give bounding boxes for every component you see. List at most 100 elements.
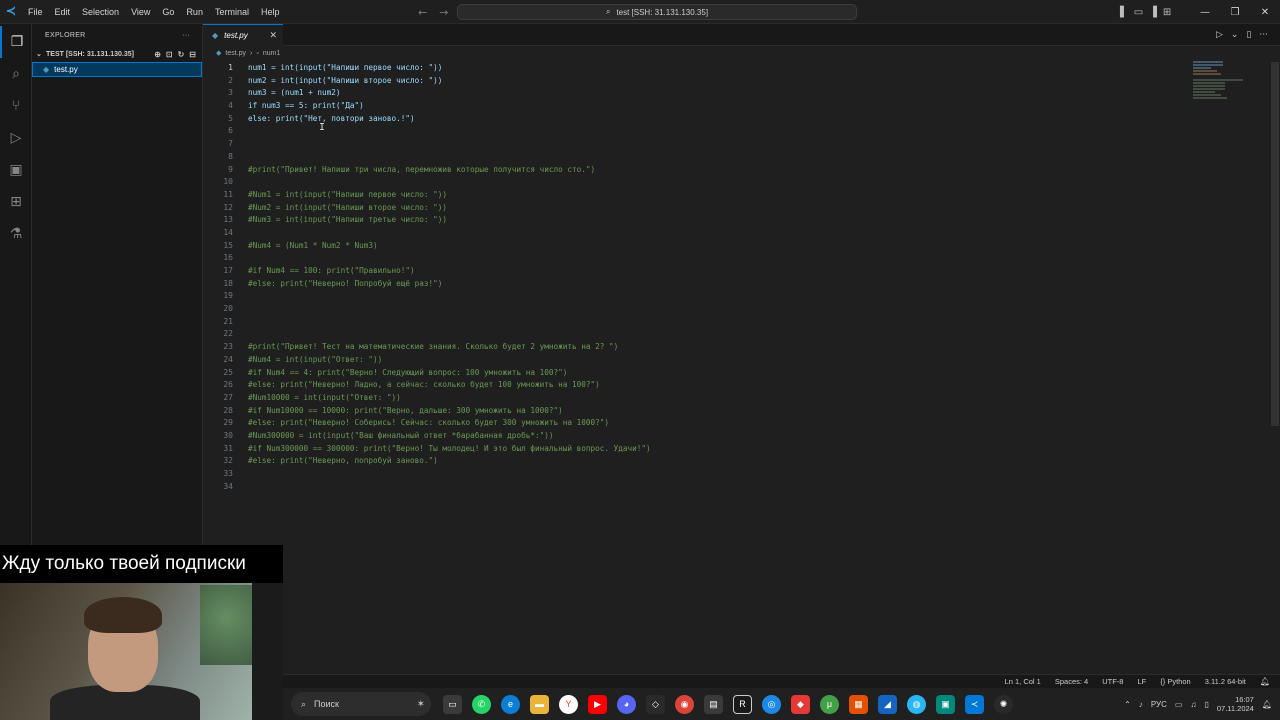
run-python-file-icon[interactable]: ▷ — [1216, 30, 1223, 40]
code-line[interactable]: #Num4 = int(input("Ответ: ")) — [248, 354, 1148, 367]
status-eol[interactable]: LF — [1137, 677, 1146, 686]
breadcrumb-file[interactable]: test.py — [225, 50, 246, 57]
code-line[interactable]: num3 = (num1 + num2) — [248, 87, 1148, 100]
refresh-icon[interactable]: ↻ — [178, 50, 185, 59]
menu-go[interactable]: Go — [156, 0, 180, 24]
code-line[interactable] — [248, 227, 1148, 240]
menu-run[interactable]: Run — [180, 0, 209, 24]
code-line[interactable]: #if Num4 == 4: print("Верно! Следующий в… — [248, 367, 1148, 380]
battery-icon[interactable]: ▯ — [1204, 700, 1208, 709]
game-launcher-icon[interactable]: ▦ — [849, 694, 868, 714]
more-actions-icon[interactable]: ··· — [182, 32, 190, 39]
code-line[interactable]: #Num300000 = int(input("Ваш финальный от… — [248, 430, 1148, 443]
code-line[interactable] — [248, 303, 1148, 316]
explorer-icon[interactable]: ❐ — [0, 26, 32, 58]
obs-icon[interactable]: ◎ — [762, 694, 781, 714]
maximize-icon[interactable]: ❐ — [1220, 7, 1250, 18]
youtube-icon[interactable]: ▶ — [588, 694, 607, 714]
new-folder-icon[interactable]: ⊡ — [166, 50, 173, 59]
code-line[interactable] — [248, 481, 1148, 494]
toggle-primary-sidebar-icon[interactable]: ▌ — [1120, 7, 1128, 18]
status-interpreter[interactable]: 3.11.2 64-bit — [1205, 677, 1246, 686]
task-view-icon[interactable]: ▭ — [443, 694, 462, 714]
code-line[interactable] — [248, 316, 1148, 329]
whatsapp-icon[interactable]: ✆ — [472, 694, 491, 714]
code-line[interactable] — [248, 328, 1148, 341]
microphone-icon[interactable]: ♪ — [1139, 700, 1143, 709]
tray-overflow-icon[interactable]: ⌃ — [1124, 700, 1131, 709]
customize-layout-icon[interactable]: ⊞ — [1163, 7, 1171, 18]
breadcrumb-symbol[interactable]: num1 — [263, 50, 281, 57]
code-line[interactable]: #Num2 = int(input("Напиши второе число: … — [248, 202, 1148, 215]
code-line[interactable]: #else: print("Неверно! Ладно, а сейчас: … — [248, 379, 1148, 392]
language-indicator[interactable]: РУС — [1151, 700, 1167, 709]
menu-file[interactable]: File — [22, 0, 49, 24]
menu-help[interactable]: Help — [255, 0, 286, 24]
status-cursor-position[interactable]: Ln 1, Col 1 — [1005, 677, 1041, 686]
tab-test-py[interactable]: ◆ test.py ✕ — [203, 24, 283, 46]
code-lines[interactable]: num1 = int(input("Напиши первое число: "… — [248, 62, 1148, 493]
code-line[interactable]: #Num3 = int(input("Напиши третье число: … — [248, 214, 1148, 227]
code-line[interactable] — [248, 290, 1148, 303]
utorrent-icon[interactable]: μ — [820, 694, 839, 714]
blue-app-icon[interactable]: ◢ — [878, 694, 897, 714]
close-window-icon[interactable]: ✕ — [1250, 7, 1280, 18]
code-line[interactable]: #if Num10000 == 10000: print("Верно, дал… — [248, 405, 1148, 418]
code-line[interactable]: #if Num300000 == 300000: print("Верно! Т… — [248, 443, 1148, 456]
status-language[interactable]: {} Python — [1160, 677, 1190, 686]
back-arrow-icon[interactable]: ← — [418, 6, 427, 19]
testing-icon[interactable]: ⚗ — [0, 218, 32, 250]
source-control-icon[interactable]: ⑂ — [0, 90, 32, 122]
more-actions-icon[interactable]: ··· — [1259, 30, 1268, 40]
code-line[interactable]: #Num10000 = int(input("Ответ: ")) — [248, 392, 1148, 405]
file-explorer-icon[interactable]: ▬ — [530, 694, 549, 714]
browser-icon[interactable]: ◍ — [907, 694, 926, 714]
vertical-scrollbar[interactable] — [1271, 62, 1279, 426]
code-line[interactable]: num2 = int(input("Напиши второе число: "… — [248, 75, 1148, 88]
status-indentation[interactable]: Spaces: 4 — [1055, 677, 1088, 686]
collapse-all-icon[interactable]: ⊟ — [189, 50, 196, 59]
status-encoding[interactable]: UTF-8 — [1102, 677, 1123, 686]
notifications-bell-icon[interactable]: 🔔︎ — [1260, 677, 1270, 686]
code-line[interactable]: #Num1 = int(input("Напиши первое число: … — [248, 189, 1148, 202]
terminal-app-icon[interactable]: ▣ — [936, 694, 955, 714]
code-editor[interactable]: 1 2 3 4 5 6 7 8 9 10 11 12 13 14 15 16 17 18 19 20 21 22 23 24 2… — [203, 60, 1280, 674]
minimize-icon[interactable]: — — [1190, 7, 1220, 18]
code-line[interactable]: #else: print("Неверно, попробуй заново."… — [248, 455, 1148, 468]
anydesk-icon[interactable]: ◆ — [791, 694, 810, 714]
menu-edit[interactable]: Edit — [49, 0, 77, 24]
discord-icon[interactable]: ◕ — [617, 694, 636, 714]
code-line[interactable] — [248, 138, 1148, 151]
edge-icon[interactable]: e — [501, 694, 520, 714]
menu-terminal[interactable]: Terminal — [209, 0, 255, 24]
code-line[interactable]: else: print("Нет, повтори заново.!") — [248, 113, 1148, 126]
toggle-panel-icon[interactable]: ▭ — [1134, 7, 1143, 18]
menu-selection[interactable]: Selection — [76, 0, 125, 24]
code-line[interactable]: num1 = int(input("Напиши первое число: "… — [248, 62, 1148, 75]
new-file-icon[interactable]: ⊕ — [154, 50, 161, 59]
code-line[interactable]: #if Num4 == 100: print("Правильно!") — [248, 265, 1148, 278]
command-center[interactable]: ⌕ test [SSH: 31.131.130.35] — [457, 4, 857, 20]
run-debug-icon[interactable]: ▷ — [0, 122, 32, 154]
taskbar-clock[interactable]: 16:07 07.11.2024 — [1217, 695, 1254, 713]
code-line[interactable]: if num3 == 5: print("Да") — [248, 100, 1148, 113]
menu-view[interactable]: View — [125, 0, 156, 24]
code-line[interactable]: #print("Привет! Напиши три числа, перемн… — [248, 164, 1148, 177]
remote-explorer-icon[interactable]: ▣ — [0, 154, 32, 186]
code-line[interactable]: #else: print("Неверно! Соберись! Сейчас:… — [248, 417, 1148, 430]
file-item-test-py[interactable]: ◆ test.py — [32, 62, 202, 77]
minimap[interactable] — [1193, 60, 1263, 110]
taskbar-search[interactable]: ⌕ Поиск ✶ — [291, 692, 431, 716]
close-icon[interactable]: ✕ — [269, 30, 277, 41]
extensions-icon[interactable]: ⊞ — [0, 186, 32, 218]
code-line[interactable]: #Num4 = (Num1 * Num2 * Num3) — [248, 240, 1148, 253]
chatgpt-icon[interactable]: ✺ — [994, 694, 1013, 714]
store-icon[interactable]: ▤ — [704, 694, 723, 714]
code-line[interactable] — [248, 176, 1148, 189]
code-line[interactable]: #else: print("Неверно! Попробуй ещё раз!… — [248, 278, 1148, 291]
vscode-taskbar-icon[interactable]: ≺ — [965, 694, 984, 714]
code-line[interactable] — [248, 252, 1148, 265]
workspace-folder[interactable]: ⌄ TEST [SSH: 31.131.130.35] ⊕ ⊡ ↻ ⊟ — [32, 46, 202, 62]
toggle-secondary-sidebar-icon[interactable]: ▐ — [1149, 7, 1157, 18]
notifications-icon[interactable]: 🔔︎ — [1262, 700, 1272, 709]
